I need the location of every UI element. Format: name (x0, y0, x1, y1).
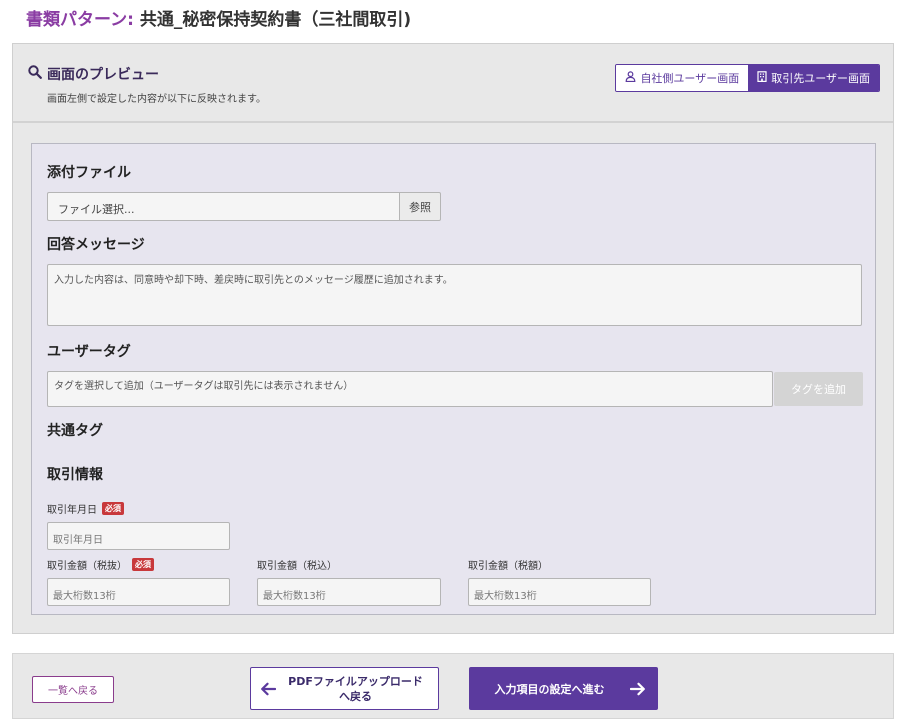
next-to-input-settings-label: 入力項目の設定へ進む (494, 682, 605, 696)
partner-user-view-label: 取引先ユーザー画面 (771, 72, 870, 85)
amount-ex-tax-input[interactable]: 最大桁数13桁 (47, 578, 230, 606)
own-user-view-label: 自社側ユーザー画面 (640, 72, 740, 85)
page-title-text: 共通_秘密保持契約書（三社間取引) (139, 10, 412, 30)
search-icon (28, 65, 42, 83)
page-title-label: 書類パターン: (26, 10, 134, 30)
amount-ex-tax-label: 取引金額（税抜） 必須 (47, 557, 154, 572)
building-icon (757, 71, 767, 85)
own-user-view-button[interactable]: 自社側ユーザー画面 (616, 65, 749, 91)
back-to-pdf-upload-line1: PDFファイルアップロード (288, 674, 423, 688)
deal-date-label-text: 取引年月日 (47, 505, 97, 516)
back-to-pdf-upload-button[interactable]: PDFファイルアップロード へ戻る (250, 667, 439, 710)
preview-title: 画面のプレビュー (28, 64, 159, 84)
amount-tax-label-text: 取引金額（税額） (468, 561, 548, 572)
amount-in-tax-input[interactable]: 最大桁数13桁 (257, 578, 441, 606)
amount-tax-label: 取引金額（税額） (468, 557, 548, 572)
user-tag-heading: ユーザータグ (47, 344, 131, 360)
file-select-input[interactable]: ファイル選択... (47, 192, 399, 221)
next-to-input-settings-button[interactable]: 入力項目の設定へ進む (469, 667, 658, 710)
common-tag-heading: 共通タグ (47, 423, 103, 439)
form-preview: 添付ファイル ファイル選択... 参照 回答メッセージ 入力した内容は、同意時や… (31, 143, 876, 615)
arrow-right-icon (618, 682, 658, 696)
amount-ex-tax-label-text: 取引金額（税抜） (47, 561, 127, 572)
preview-title-text: 画面のプレビュー (47, 67, 159, 83)
arrow-left-icon (251, 682, 285, 696)
back-to-pdf-upload-label: PDFファイルアップロード へ戻る (285, 674, 438, 704)
preview-header: 画面のプレビュー 画面左側で設定した内容が以下に反映されます。 自社側ユーザー画… (13, 44, 893, 123)
partner-user-view-button[interactable]: 取引先ユーザー画面 (748, 65, 879, 91)
amount-tax-input[interactable]: 最大桁数13桁 (468, 578, 651, 606)
attachment-heading: 添付ファイル (47, 165, 131, 181)
preview-subtitle: 画面左側で設定した内容が以下に反映されます。 (47, 94, 266, 105)
required-badge: 必須 (102, 502, 124, 515)
page-title: 書類パターン: 共通_秘密保持契約書（三社間取引) (26, 5, 411, 30)
user-icon (625, 71, 636, 85)
reply-message-textarea[interactable]: 入力した内容は、同意時や却下時、差戻時に取引先とのメッセージ履歴に追加されます。 (47, 264, 862, 326)
file-picker: ファイル選択... 参照 (47, 192, 441, 221)
deal-date-label: 取引年月日 必須 (47, 501, 124, 516)
back-to-pdf-upload-line2: へ戻る (339, 689, 372, 703)
amount-in-tax-label-text: 取引金額（税込） (257, 561, 337, 572)
add-tag-button[interactable]: タグを追加 (774, 372, 863, 406)
footer-bar: 一覧へ戻る PDFファイルアップロード へ戻る 入力項目の設定へ進む (12, 653, 894, 719)
back-to-list-button[interactable]: 一覧へ戻る (32, 676, 114, 703)
user-tag-input[interactable]: タグを選択して追加（ユーザータグは取引先には表示されません） (47, 371, 773, 407)
browse-button[interactable]: 参照 (399, 192, 441, 221)
message-heading: 回答メッセージ (47, 237, 145, 253)
view-toggle: 自社側ユーザー画面 取引先ユーザー画面 (615, 64, 880, 92)
amount-in-tax-label: 取引金額（税込） (257, 557, 337, 572)
deal-date-input[interactable]: 取引年月日 (47, 522, 230, 550)
preview-panel: 画面のプレビュー 画面左側で設定した内容が以下に反映されます。 自社側ユーザー画… (12, 43, 894, 634)
deal-info-heading: 取引情報 (47, 467, 103, 483)
required-badge: 必須 (132, 558, 154, 571)
